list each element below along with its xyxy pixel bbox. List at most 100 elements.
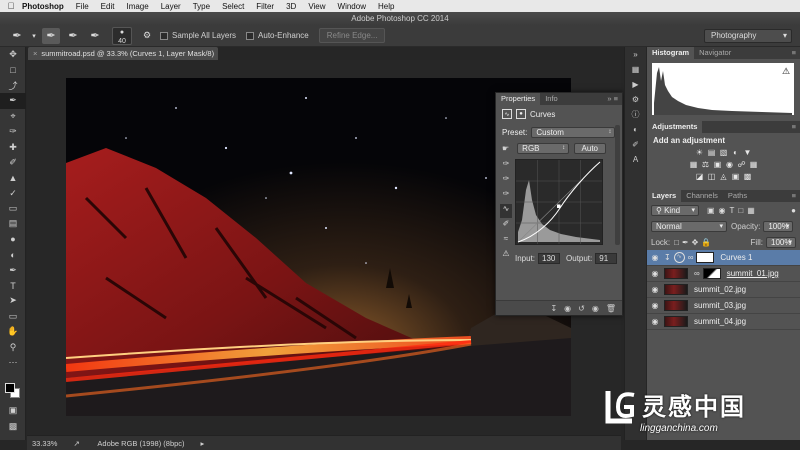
photo-filter-icon[interactable]: ◉ xyxy=(724,160,736,172)
character-panel-icon[interactable]: A xyxy=(625,152,646,167)
layer-row[interactable]: ◉ summit_02.jpg xyxy=(647,282,800,298)
menu-app-name[interactable]: Photoshop xyxy=(22,2,64,11)
close-document-icon[interactable]: × xyxy=(33,49,37,58)
path-selection-tool-icon[interactable]: ➤ xyxy=(0,293,26,308)
adjustments-panel-icon[interactable]: ◐ xyxy=(625,122,646,137)
clone-stamp-tool-icon[interactable]: ▲ xyxy=(0,170,26,185)
menu-window[interactable]: Window xyxy=(338,2,366,11)
blur-tool-icon[interactable]: ● xyxy=(0,232,26,247)
hue-saturation-icon[interactable]: ▦ xyxy=(688,160,700,172)
add-to-selection-icon[interactable]: ✒ xyxy=(64,28,82,44)
layer-mask-thumbnail[interactable] xyxy=(696,252,715,263)
edit-points-curve-icon[interactable]: ∿ xyxy=(500,204,512,218)
quick-selection-tool-icon[interactable]: ✒ xyxy=(0,93,26,109)
eraser-tool-icon[interactable]: ▭ xyxy=(0,201,26,216)
cache-warning-icon[interactable]: ⚠ xyxy=(782,66,790,76)
tab-navigator[interactable]: Navigator xyxy=(694,47,736,59)
visibility-eye-icon[interactable]: ◉ xyxy=(650,269,660,278)
menu-help[interactable]: Help xyxy=(378,2,394,11)
curves-adjustment-icon[interactable]: ∿ xyxy=(502,109,512,119)
color-balance-icon[interactable]: ⚖ xyxy=(700,160,712,172)
properties-scrollbar[interactable] xyxy=(615,125,620,245)
layer-filter-select[interactable]: ⚲ Kind xyxy=(651,204,699,216)
spot-healing-tool-icon[interactable]: ✚ xyxy=(0,139,26,154)
tab-channels[interactable]: Channels xyxy=(681,190,723,202)
delete-icon[interactable]: 🗑 xyxy=(606,304,616,313)
status-arrow-icon[interactable]: ▸ xyxy=(201,439,205,448)
color-lookup-icon[interactable]: ▦ xyxy=(748,160,760,172)
reset-icon[interactable]: ↺ xyxy=(578,304,585,313)
quick-selection-tool-icon[interactable]: ✒ xyxy=(8,28,26,44)
clip-to-layer-icon[interactable]: ↧ xyxy=(550,304,557,313)
levels-icon[interactable]: ▤ xyxy=(706,148,718,160)
hand-tool-icon[interactable]: ✋ xyxy=(0,324,26,339)
tab-properties[interactable]: Properties xyxy=(496,93,541,105)
eyedropper-tool-icon[interactable]: ✑ xyxy=(0,124,26,139)
sample-gray-eyedropper-icon[interactable]: ✑ xyxy=(500,174,512,188)
foreground-color-swatch[interactable] xyxy=(5,383,15,393)
menu-view[interactable]: View xyxy=(308,2,325,11)
tab-adjustments[interactable]: Adjustments xyxy=(647,121,703,133)
tool-preset-chevron-icon[interactable]: ▾ xyxy=(30,28,38,44)
draw-curve-pencil-icon[interactable]: ✐ xyxy=(500,219,512,233)
menu-image[interactable]: Image xyxy=(126,2,148,11)
channel-select[interactable]: RGB xyxy=(517,142,570,154)
toggle-visibility-icon[interactable]: ◉ xyxy=(592,304,599,313)
posterize-icon[interactable]: ◫ xyxy=(706,172,718,184)
chain-link-icon[interactable]: ∞ xyxy=(694,269,700,278)
history-brush-tool-icon[interactable]: ✓ xyxy=(0,186,26,201)
output-field[interactable]: 91 xyxy=(595,253,618,264)
auto-enhance-checkbox[interactable]: Auto-Enhance xyxy=(246,31,309,40)
menu-filter[interactable]: Filter xyxy=(256,2,274,11)
visibility-eye-icon[interactable]: ◉ xyxy=(650,285,660,294)
opacity-field[interactable]: 100% xyxy=(763,220,794,232)
workspace-select[interactable]: Photography xyxy=(704,29,792,43)
pen-tool-icon[interactable]: ✒ xyxy=(0,262,26,277)
blend-mode-select[interactable]: Normal xyxy=(651,220,727,232)
apple-icon[interactable]:  xyxy=(0,1,22,11)
layer-row[interactable]: ◉ summit_03.jpg xyxy=(647,298,800,314)
sample-white-eyedropper-icon[interactable]: ✑ xyxy=(500,189,512,203)
layer-row[interactable]: ◉ summit_04.jpg xyxy=(647,314,800,330)
invert-icon[interactable]: ◪ xyxy=(694,172,706,184)
channel-mixer-icon[interactable]: ☍ xyxy=(736,160,748,172)
brush-tool-icon[interactable]: ✐ xyxy=(0,155,26,170)
tab-layers[interactable]: Layers xyxy=(647,190,682,202)
view-previous-state-icon[interactable]: ◉ xyxy=(564,304,571,313)
shape-tool-icon[interactable]: ▭ xyxy=(0,309,26,324)
brush-settings-icon[interactable]: ⚙ xyxy=(138,28,156,44)
preset-select[interactable]: Custom xyxy=(531,126,616,138)
selective-color-icon[interactable]: ▩ xyxy=(742,172,754,184)
info-panel-icon[interactable]: ⓘ xyxy=(625,107,646,122)
chain-link-icon[interactable]: ∞ xyxy=(688,253,694,262)
brush-panel-icon[interactable]: ✐ xyxy=(625,137,646,152)
curve-control-point[interactable] xyxy=(557,204,561,209)
histogram-menu-icon[interactable]: ≡ xyxy=(792,47,800,59)
curves-graph[interactable] xyxy=(515,159,603,245)
filter-type-icons[interactable]: ▣◉T□▦ xyxy=(707,206,759,215)
sample-black-eyedropper-icon[interactable]: ✑ xyxy=(500,159,512,173)
menu-3d[interactable]: 3D xyxy=(286,2,296,11)
marquee-tool-icon[interactable]: □ xyxy=(0,62,26,77)
document-tab[interactable]: × summitroad.psd @ 33.3% (Curves 1, Layer… xyxy=(28,47,218,71)
gradient-map-icon[interactable]: ▣ xyxy=(730,172,742,184)
refine-edge-button[interactable]: Refine Edge... xyxy=(318,28,386,43)
menu-edit[interactable]: Edit xyxy=(101,2,115,11)
gradient-tool-icon[interactable]: ▤ xyxy=(0,216,26,231)
subtract-from-selection-icon[interactable]: ✒ xyxy=(86,28,104,44)
visibility-eye-icon[interactable]: ◉ xyxy=(650,317,660,326)
smooth-curve-icon[interactable]: ≈ xyxy=(500,234,512,248)
new-selection-icon[interactable]: ✒ xyxy=(42,27,60,44)
history-panel-icon[interactable]: ▦ xyxy=(625,62,646,77)
visibility-eye-icon[interactable]: ◉ xyxy=(650,301,660,310)
tab-info[interactable]: Info xyxy=(540,93,563,105)
share-icon[interactable]: ↗ xyxy=(73,439,79,448)
fill-field[interactable]: 100% xyxy=(766,236,796,248)
screen-mode-icon[interactable]: ▩ xyxy=(0,419,26,434)
lock-options-icons[interactable]: □✒✥🔒 xyxy=(674,238,714,247)
adjustments-menu-icon[interactable]: ≡ xyxy=(792,121,800,133)
panel-menu-icon[interactable]: » ≡ xyxy=(607,93,622,105)
lasso-tool-icon[interactable]: ⤴ xyxy=(0,78,26,93)
input-field[interactable]: 130 xyxy=(538,253,561,264)
threshold-icon[interactable]: ◬ xyxy=(718,172,730,184)
